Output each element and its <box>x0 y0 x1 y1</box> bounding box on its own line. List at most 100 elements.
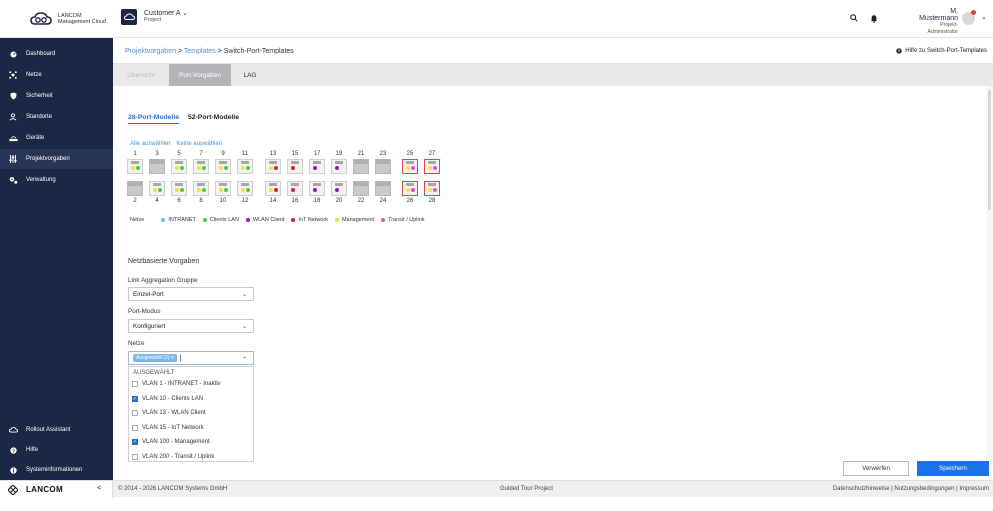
switch-port[interactable] <box>375 159 391 174</box>
switch-port[interactable] <box>265 159 281 174</box>
vlan-dot <box>274 188 278 192</box>
bell-icon[interactable] <box>870 14 878 25</box>
legend-dot <box>334 218 339 222</box>
nets-multiselect[interactable]: Ausgewählt (2) × | ⌃ <box>128 351 254 365</box>
checkbox[interactable] <box>132 424 138 431</box>
sidebar-item-geraete[interactable]: Geräte <box>0 128 113 148</box>
switch-port[interactable] <box>402 159 418 174</box>
port-mode-select[interactable]: Konfiguriert ⌄ <box>128 319 254 333</box>
legal-links[interactable]: Datenschutzhinweise | Nutzungsbedingunge… <box>833 486 989 492</box>
sidebar-item-netze[interactable]: Netze <box>0 65 113 85</box>
switch-port[interactable] <box>287 181 303 196</box>
switch-port[interactable] <box>193 159 209 174</box>
switch-port[interactable] <box>193 181 209 196</box>
sidebar-item-hilfe[interactable]: ? Hilfe <box>0 440 113 460</box>
select-none-link[interactable]: Keine auswählen <box>176 141 222 147</box>
sidebar-item-sicherheit[interactable]: Sicherheit <box>0 86 113 106</box>
collapse-sidebar-icon[interactable]: < <box>97 485 101 492</box>
switch-port[interactable] <box>424 159 440 174</box>
vlan-dot <box>269 166 273 170</box>
switch-port[interactable] <box>237 181 253 196</box>
sidebar-item-standorte[interactable]: Standorte <box>0 107 113 127</box>
switch-port[interactable] <box>331 159 347 174</box>
switch-port[interactable] <box>287 159 303 174</box>
help-link[interactable]: ? Hilfe zu Switch-Port-Templates <box>896 48 987 54</box>
guided-tour-link[interactable]: Guided Tour Project <box>500 486 553 492</box>
sidebar-item-dashboard[interactable]: Dashboard <box>0 44 113 64</box>
checkbox-checked[interactable]: ✓ <box>132 395 138 402</box>
tab-port-vorgaben[interactable]: Port-Vorgaben <box>169 64 231 86</box>
switch-port[interactable] <box>309 159 325 174</box>
user-menu[interactable]: M. Mustermann Projekt-Administrator <box>914 8 958 36</box>
port-latch <box>376 182 390 186</box>
vlan-option[interactable]: VLAN 1 - INTRANET - Inaktiv <box>132 381 221 387</box>
lag-label: Link Aggregation Gruppe <box>128 277 198 284</box>
selected-chip[interactable]: Ausgewählt (2) × <box>133 354 177 362</box>
port-latch <box>406 183 414 186</box>
save-button[interactable]: Speichern <box>917 461 989 476</box>
lancom-logo[interactable]: LANCOM Management Cloud <box>30 12 106 26</box>
cancel-button[interactable]: Verwerfen <box>843 461 909 476</box>
select-all-link[interactable]: Alle auswählen <box>130 141 170 147</box>
sidebar-item-label: Verwaltung <box>26 177 56 183</box>
port-latch <box>313 161 321 164</box>
vlan-option[interactable]: ✓ VLAN 100 - Management <box>132 439 210 445</box>
model-subtabs: 28-Port-Modelle 52-Port-Modelle <box>128 114 239 124</box>
sidebar-item-label: Geräte <box>26 135 45 141</box>
checkbox[interactable] <box>132 381 138 387</box>
switch-port[interactable] <box>149 181 165 196</box>
switch-port[interactable] <box>215 181 231 196</box>
switch-port[interactable] <box>424 181 440 196</box>
port-number: 20 <box>335 198 343 204</box>
subtab-28-port[interactable]: 28-Port-Modelle <box>128 114 179 124</box>
switch-port[interactable] <box>171 181 187 196</box>
switch-port[interactable] <box>353 181 369 196</box>
checkbox[interactable] <box>132 410 138 416</box>
vlan-option[interactable]: VLAN 13 - WLAN Client <box>132 410 206 416</box>
sidebar-item-systeminformationen[interactable]: Systeminformationen <box>0 460 113 480</box>
checkbox[interactable] <box>132 453 138 460</box>
port-number: 21 <box>357 151 365 157</box>
breadcrumb-projektvorgaben[interactable]: Projektvorgaben <box>125 48 176 55</box>
subtab-52-port[interactable]: 52-Port-Modelle <box>188 114 239 124</box>
switch-port[interactable] <box>127 181 143 196</box>
user-chevron-icon[interactable]: ⌄ <box>981 13 987 21</box>
legend-item: Clients LAN <box>202 217 239 223</box>
vlan-option[interactable]: VLAN 200 - Transit / Uplink <box>132 453 214 460</box>
switch-port[interactable] <box>171 159 187 174</box>
vlan-dot <box>428 188 432 192</box>
switch-port[interactable] <box>331 181 347 196</box>
switch-port[interactable] <box>127 159 143 174</box>
search-icon[interactable] <box>850 14 858 25</box>
port-number: 5 <box>177 151 181 157</box>
vlan-dot <box>241 188 245 192</box>
switch-port[interactable] <box>375 181 391 196</box>
vlan-dot <box>335 188 339 192</box>
switch-port[interactable] <box>353 159 369 174</box>
tab-lag[interactable]: LAG <box>231 64 269 86</box>
vlan-option[interactable]: VLAN 15 - IoT Network <box>132 424 204 431</box>
switch-port[interactable] <box>149 159 165 174</box>
vlan-dot <box>313 188 317 192</box>
sidebar-item-projektvorgaben[interactable]: Projektvorgaben <box>0 149 113 169</box>
tab-uebersicht[interactable]: Übersicht <box>113 64 169 86</box>
scrollbar-thumb[interactable] <box>988 90 991 210</box>
port-latch <box>335 183 343 186</box>
vlan-option[interactable]: ✓ VLAN 10 - Clients LAN <box>132 395 203 402</box>
breadcrumb-templates[interactable]: Templates <box>184 48 216 55</box>
vlan-dot <box>335 166 339 170</box>
section-title: Netzbasierte Vorgaben <box>128 258 200 265</box>
project-switcher[interactable]: Customer A ⌄ Project <box>121 9 188 25</box>
switch-port[interactable] <box>265 181 281 196</box>
switch-port[interactable] <box>309 181 325 196</box>
location-icon <box>0 113 26 121</box>
switch-port[interactable] <box>402 181 418 196</box>
sidebar-item-rollout-assistant[interactable]: Rollout Assistant <box>0 420 113 440</box>
checkbox-checked[interactable]: ✓ <box>132 439 138 445</box>
switch-port[interactable] <box>215 159 231 174</box>
sliders-icon <box>0 155 26 163</box>
legend-dot <box>202 218 207 222</box>
lag-select[interactable]: Einzel-Port ⌄ <box>128 287 254 301</box>
sidebar-item-verwaltung[interactable]: Verwaltung <box>0 170 113 190</box>
switch-port[interactable] <box>237 159 253 174</box>
